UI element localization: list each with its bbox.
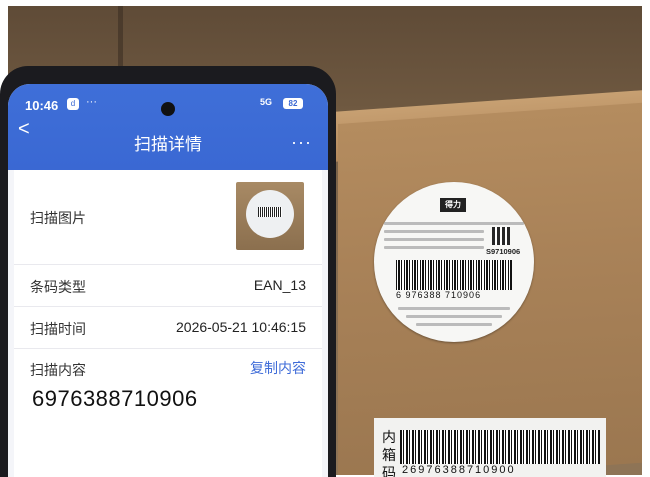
- sticker-brand: 得力: [440, 198, 466, 212]
- scan-detail-card: 扫描图片 条码类型 EAN_13 扫描时间 2026-05-21 10:46:1…: [14, 170, 322, 477]
- app-notification-icon: d: [67, 98, 79, 110]
- phone-screen: 10:46 d ··· 5G 82 < 扫描详情 ··· 扫描图片 条码类型 E…: [8, 84, 328, 477]
- sticker-barcode-number: 6 976388 710906: [396, 290, 482, 300]
- scan-time-row: 扫描时间 2026-05-21 10:46:15: [14, 306, 322, 349]
- signal-icon: 5G: [260, 97, 273, 107]
- inner-box-barcode-number: 26976388710900: [402, 464, 516, 476]
- thumbnail-barcode: [258, 207, 282, 217]
- more-menu-button[interactable]: ···: [291, 132, 312, 153]
- scan-image-row: 扫描图片: [14, 170, 322, 265]
- scan-time-label: 扫描时间: [30, 321, 86, 337]
- screenshot: 得力 S9710906 6 976388 710906 内箱码 26976388…: [0, 0, 650, 477]
- sticker-line: [406, 315, 502, 318]
- scan-image-thumbnail[interactable]: [236, 182, 304, 250]
- sticker-product-code: S9710906: [486, 247, 521, 256]
- status-time: 10:46: [25, 98, 59, 113]
- product-sticker: 得力 S9710906 6 976388 710906: [374, 182, 534, 342]
- barcode-type-label: 条码类型: [30, 279, 86, 295]
- sticker-line: [384, 238, 484, 241]
- sticker-line: [384, 230, 484, 233]
- sticker-line: [384, 246, 484, 249]
- scan-content-label: 扫描内容: [30, 362, 86, 378]
- sticker-line: [384, 222, 524, 225]
- scan-content-value: 6976388710906: [32, 386, 198, 411]
- battery-icon: 82: [283, 98, 303, 109]
- sticker-line: [416, 323, 492, 326]
- scan-time-value: 2026-05-21 10:46:15: [176, 319, 306, 335]
- scan-image-label: 扫描图片: [30, 210, 86, 226]
- sticker-line: [398, 307, 510, 310]
- camera-hole: [161, 102, 175, 116]
- inner-box-barcode: [400, 430, 600, 464]
- inner-box-label-text: 内箱码: [382, 429, 396, 477]
- app-header: 10:46 d ··· 5G 82 < 扫描详情 ···: [8, 84, 328, 170]
- sticker-barcode: [396, 260, 512, 290]
- copy-content-button[interactable]: 复制内容: [250, 358, 306, 378]
- page-title: 扫描详情: [134, 135, 202, 154]
- sticker-qr-code: [492, 227, 510, 245]
- barcode-type-value: EAN_13: [253, 277, 306, 293]
- scan-content-row: 扫描内容 复制内容: [14, 348, 322, 477]
- status-more-icon: ···: [86, 96, 97, 108]
- barcode-type-row: 条码类型 EAN_13: [14, 264, 322, 307]
